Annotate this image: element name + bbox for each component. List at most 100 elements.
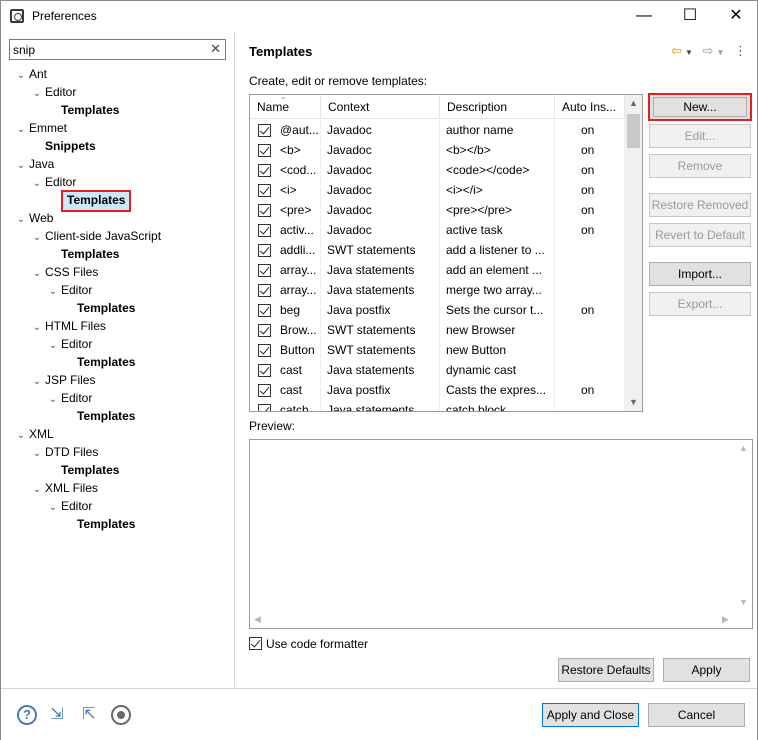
template-enabled-checkbox[interactable] — [258, 364, 271, 377]
templates-table[interactable]: Name Context Description Auto Ins... ⌄ @… — [249, 94, 643, 412]
restore-removed-button[interactable]: Restore Removed — [649, 193, 751, 217]
expand-chevron-icon[interactable]: ⌄ — [13, 427, 29, 445]
restore-defaults-button[interactable]: Restore Defaults — [558, 658, 654, 682]
oomph-record-icon[interactable] — [111, 705, 131, 725]
template-enabled-checkbox[interactable] — [258, 184, 271, 197]
table-row[interactable]: cast Java statements dynamic cast — [250, 360, 625, 380]
template-enabled-checkbox[interactable] — [258, 284, 271, 297]
table-row[interactable]: <i> Javadoc <i></i> on — [250, 180, 625, 200]
table-row[interactable]: <b> Javadoc <b></b> on — [250, 140, 625, 160]
table-row[interactable]: @aut... Javadoc author name on — [250, 120, 625, 140]
edit-template-button[interactable]: Edit... — [649, 124, 751, 148]
tree-item[interactable]: ⌄ Editor — [45, 335, 93, 355]
template-enabled-checkbox[interactable] — [258, 304, 271, 317]
tree-item[interactable]: Templates — [61, 407, 135, 425]
preview-scroll-up-icon[interactable]: ▲ — [739, 443, 748, 453]
close-window-button[interactable]: ✕ — [713, 1, 758, 31]
template-enabled-checkbox[interactable] — [258, 264, 271, 277]
table-row[interactable]: Button SWT statements new Button — [250, 340, 625, 360]
forward-menu-chevron-icon[interactable]: ▼ — [716, 48, 724, 57]
filter-field[interactable]: ✕ — [9, 39, 226, 60]
tree-item[interactable]: ⌄ Editor — [29, 173, 77, 193]
expand-chevron-icon[interactable]: ⌄ — [45, 337, 61, 355]
tree-item[interactable]: Templates — [61, 515, 135, 533]
tree-item[interactable]: ⌄ Ant — [13, 65, 47, 83]
expand-chevron-icon[interactable]: ⌄ — [29, 229, 45, 247]
use-code-formatter-option[interactable]: Use code formatter — [249, 636, 368, 652]
tree-item[interactable]: ⌄ HTML Files — [29, 317, 106, 335]
expand-chevron-icon[interactable]: ⌄ — [45, 283, 61, 301]
table-row[interactable]: cast Java postfix Casts the expres... on — [250, 380, 625, 400]
tree-item[interactable]: ⌄ Client-side JavaScript — [29, 227, 161, 245]
tree-item[interactable]: Templates — [45, 190, 132, 212]
import-preferences-icon[interactable]: ⇲ — [47, 705, 67, 725]
view-menu-icon[interactable]: ⋮ — [734, 43, 747, 58]
export-preferences-icon[interactable]: ⇱ — [79, 705, 99, 725]
template-preview[interactable]: ▲ ▼ ◀ ▶ — [249, 439, 753, 629]
template-enabled-checkbox[interactable] — [258, 384, 271, 397]
tree-item[interactable]: ⌄ Editor — [45, 389, 93, 409]
table-row[interactable]: beg Java postfix Sets the cursor t... on — [250, 300, 625, 320]
tree-item[interactable]: ⌄ Editor — [45, 497, 93, 517]
tree-item[interactable]: ⌄ DTD Files — [29, 443, 99, 463]
column-header-description[interactable]: Description — [440, 95, 555, 119]
revert-to-default-button[interactable]: Revert to Default — [649, 223, 751, 247]
expand-chevron-icon[interactable]: ⌄ — [13, 121, 29, 139]
scroll-down-icon[interactable]: ▼ — [625, 394, 642, 411]
tree-item[interactable]: ⌄ XML — [13, 425, 54, 443]
tree-item[interactable]: ⌄ CSS Files — [29, 263, 99, 283]
tree-item[interactable]: Templates — [45, 461, 119, 479]
filter-input[interactable] — [13, 42, 203, 57]
expand-chevron-icon[interactable]: ⌄ — [29, 175, 45, 193]
cancel-button[interactable]: Cancel — [648, 703, 745, 727]
new-template-button[interactable]: New... — [648, 93, 752, 121]
column-header-auto-insert[interactable]: Auto Ins... — [555, 95, 625, 119]
column-header-context[interactable]: Context — [321, 95, 440, 119]
forward-icon[interactable]: ⇨ — [703, 43, 714, 58]
table-row[interactable]: addli... SWT statements add a listener to … — [250, 240, 625, 260]
table-row[interactable]: Brow... SWT statements new Browser — [250, 320, 625, 340]
table-vertical-scrollbar[interactable]: ▲ ▼ — [625, 95, 642, 411]
table-row[interactable]: <cod... Javadoc <code></code> on — [250, 160, 625, 180]
template-enabled-checkbox[interactable] — [258, 324, 271, 337]
expand-chevron-icon[interactable]: ⌄ — [29, 265, 45, 283]
preview-scroll-right-icon[interactable]: ▶ — [722, 614, 729, 625]
tree-item[interactable]: Snippets — [29, 137, 96, 155]
template-enabled-checkbox[interactable] — [258, 224, 271, 237]
table-row[interactable]: catch Java statements catch block — [250, 400, 625, 411]
scroll-thumb[interactable] — [627, 114, 640, 148]
expand-chevron-icon[interactable]: ⌄ — [29, 481, 45, 499]
expand-chevron-icon[interactable]: ⌄ — [45, 391, 61, 409]
apply-button[interactable]: Apply — [663, 658, 750, 682]
expand-chevron-icon[interactable]: ⌄ — [29, 85, 45, 103]
template-enabled-checkbox[interactable] — [258, 164, 271, 177]
scroll-up-icon[interactable]: ▲ — [625, 95, 642, 112]
preview-scroll-left-icon[interactable]: ◀ — [254, 614, 261, 625]
back-icon[interactable]: ⇦ — [671, 43, 682, 58]
tree-item[interactable]: Templates — [45, 245, 119, 263]
help-icon[interactable]: ? — [17, 705, 37, 725]
back-menu-chevron-icon[interactable]: ▼ — [685, 48, 693, 57]
tree-item[interactable]: Templates — [61, 299, 135, 317]
table-row[interactable]: <pre> Javadoc <pre></pre> on — [250, 200, 625, 220]
tree-item[interactable]: ⌄ JSP Files — [29, 371, 96, 389]
preview-scroll-down-icon[interactable]: ▼ — [739, 597, 748, 607]
expand-chevron-icon[interactable]: ⌄ — [13, 211, 29, 229]
expand-chevron-icon[interactable]: ⌄ — [13, 67, 29, 85]
tree-item[interactable]: ⌄ Java — [13, 155, 55, 175]
table-row[interactable]: array... Java statements add an element ..… — [250, 260, 625, 280]
import-templates-button[interactable]: Import... — [649, 262, 751, 286]
expand-chevron-icon[interactable]: ⌄ — [45, 499, 61, 517]
tree-item[interactable]: ⌄ Editor — [45, 281, 93, 301]
expand-chevron-icon[interactable]: ⌄ — [13, 157, 29, 175]
template-enabled-checkbox[interactable] — [258, 204, 271, 217]
apply-and-close-button[interactable]: Apply and Close — [542, 703, 639, 727]
remove-template-button[interactable]: Remove — [649, 154, 751, 178]
template-enabled-checkbox[interactable] — [258, 244, 271, 257]
expand-chevron-icon[interactable]: ⌄ — [29, 445, 45, 463]
tree-item[interactable]: ⌄ XML Files — [29, 479, 98, 497]
template-enabled-checkbox[interactable] — [258, 344, 271, 357]
tree-item[interactable]: ⌄ Web — [13, 209, 54, 229]
tree-item[interactable]: Templates — [45, 101, 119, 119]
use-code-formatter-checkbox[interactable] — [249, 637, 262, 650]
